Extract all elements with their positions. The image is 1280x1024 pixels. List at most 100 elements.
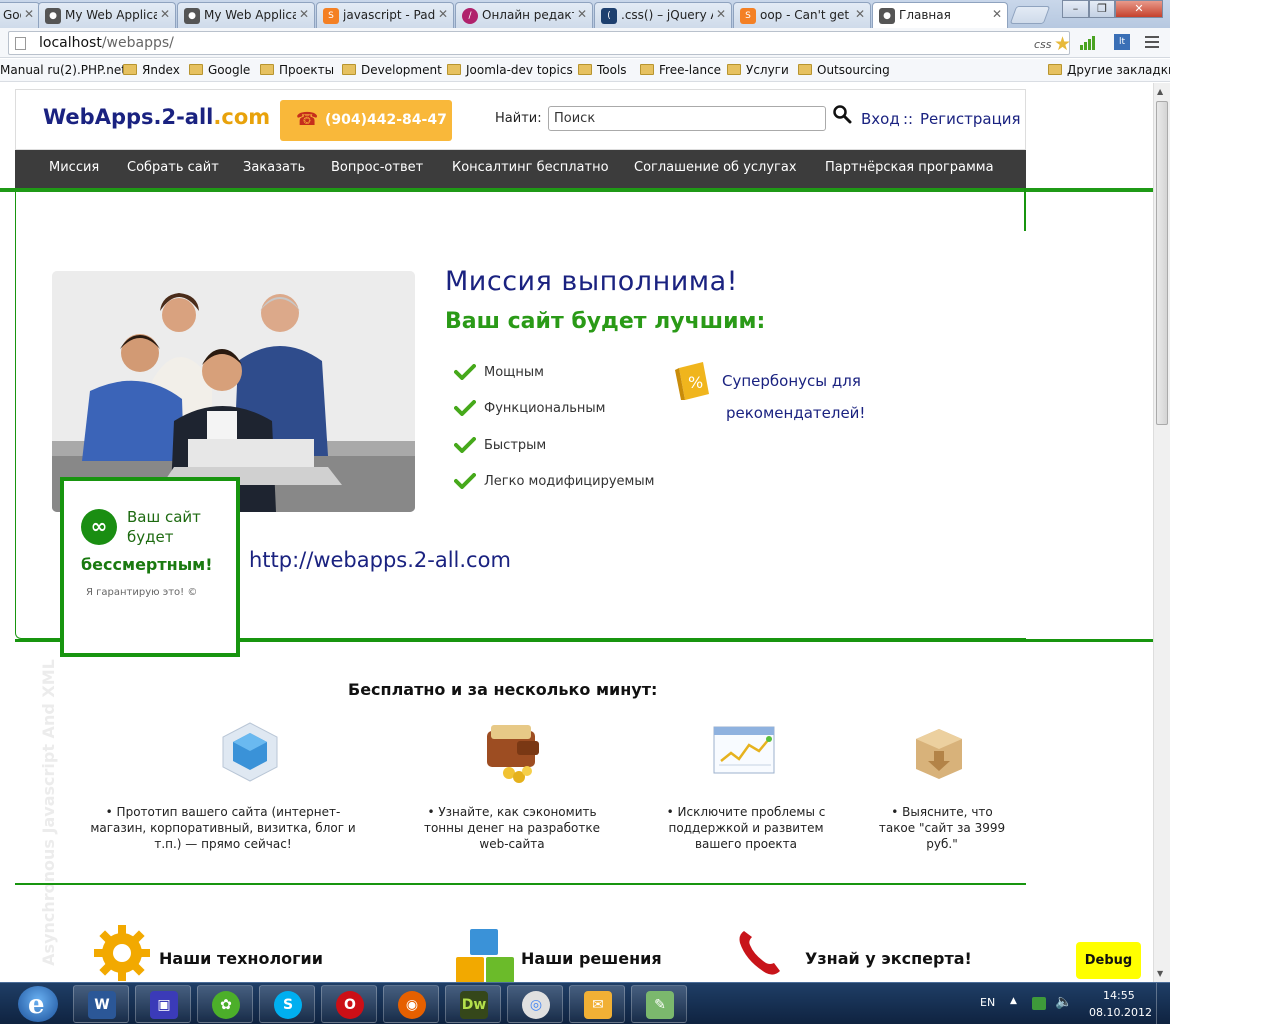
bookmark-folder[interactable]: Tools	[578, 63, 627, 77]
browser-menu-icon[interactable]	[1145, 36, 1159, 48]
css-extension-icon[interactable]: css	[1034, 38, 1052, 51]
bookmark-star-icon[interactable]: ★	[1054, 33, 1071, 55]
bookmark-folder[interactable]: Яndex	[123, 63, 180, 77]
folder-icon	[640, 64, 654, 75]
bookmark-folder[interactable]: Outsourcing	[798, 63, 890, 77]
folder-icon	[447, 64, 461, 75]
taskbar: e W ▣ ✿ S O ◉ Dw ◎ ✉ ✎ EN ▲ 🔈 14:55 08.1…	[0, 982, 1170, 1024]
nav-item-agreement[interactable]: Соглашение об услугах	[634, 160, 797, 175]
feature-item: Функциональным	[454, 400, 606, 416]
desktop-margin	[1170, 0, 1280, 1024]
register-link[interactable]: Регистрация	[920, 110, 1021, 128]
maximize-button[interactable]: ❐	[1089, 0, 1115, 18]
login-link[interactable]: Вход	[861, 110, 900, 128]
bookmark-item[interactable]: Manual ru(2).PHP.net	[0, 63, 126, 77]
side-watermark: Asynchronous Javascript And XML	[38, 659, 58, 966]
scroll-thumb[interactable]	[1156, 101, 1168, 425]
bookmark-folder[interactable]: Google	[189, 63, 250, 77]
tab-close-icon[interactable]: ✕	[24, 7, 34, 21]
nav-item-mission[interactable]: Миссия	[49, 160, 99, 175]
site-url-link[interactable]: http://webapps.2-all.com	[249, 548, 511, 572]
tray-expand-icon[interactable]: ▲	[1010, 996, 1017, 1006]
teaser-ask-expert[interactable]: Узнай у эксперта!	[805, 949, 972, 968]
scroll-down-arrow-icon[interactable]: ▼	[1157, 969, 1163, 978]
close-window-button[interactable]: ✕	[1115, 0, 1163, 18]
url-text[interactable]: localhost/webapps/	[39, 35, 174, 51]
free-section-heading: Бесплатно и за несколько минут:	[348, 680, 658, 699]
mission-subtitle: Ваш сайт будет лучшим:	[445, 309, 766, 334]
network-tray-icon[interactable]	[1032, 997, 1046, 1010]
browser-tab[interactable]: S oop - Can't get d ✕	[733, 2, 871, 28]
browser-tab-strip: Goo ✕ ● My Web Applicat ✕ ● My Web Appli…	[0, 0, 1170, 28]
opera-taskbar-icon[interactable]: O	[321, 985, 377, 1023]
hero-right-edge	[1024, 188, 1026, 231]
icq-taskbar-icon[interactable]: ✿	[197, 985, 253, 1023]
scroll-up-arrow-icon[interactable]: ▲	[1157, 87, 1163, 96]
clock-time[interactable]: 14:55	[1103, 989, 1135, 1002]
ie-taskbar-icon[interactable]: e	[18, 986, 58, 1022]
browser-tab-active[interactable]: ● Главная ✕	[872, 2, 1008, 28]
tab-close-icon[interactable]: ✕	[438, 7, 448, 21]
main-nav: Миссия Собрать сайт Заказать Вопрос-отве…	[15, 150, 1026, 188]
nav-item-order[interactable]: Заказать	[243, 160, 305, 175]
outlook-taskbar-icon[interactable]: ✉	[569, 985, 625, 1023]
dreamweaver-taskbar-icon[interactable]: Dw	[445, 985, 501, 1023]
browser-tab[interactable]: S javascript - Padd ✕	[316, 2, 454, 28]
bonus-link-line2[interactable]: рекомендателей!	[726, 404, 865, 422]
bookmark-folder[interactable]: Услуги	[727, 63, 789, 77]
bookmark-folder[interactable]: Development	[342, 63, 442, 77]
tab-close-icon[interactable]: ✕	[716, 7, 726, 21]
tab-close-icon[interactable]: ✕	[299, 7, 309, 21]
nav-item-build-site[interactable]: Собрать сайт	[127, 160, 219, 175]
site-header: WebApps.2-all.com ☎ (904)442-84-47 Найти…	[15, 89, 1026, 150]
browser-tab[interactable]: Goo ✕	[0, 2, 40, 28]
nav-item-faq[interactable]: Вопрос-ответ	[331, 160, 423, 175]
folder-icon	[260, 64, 274, 75]
page-scrollbar[interactable]: ▲ ▼	[1153, 83, 1170, 982]
tab-close-icon[interactable]: ✕	[577, 7, 587, 21]
bookmark-folder[interactable]: Проекты	[260, 63, 334, 77]
new-tab-button[interactable]	[1009, 6, 1051, 24]
check-icon	[454, 437, 476, 453]
site-logo[interactable]: WebApps.2-all.com	[43, 105, 270, 129]
search-input[interactable]	[548, 106, 826, 131]
nav-item-consulting[interactable]: Консалтинг бесплатно	[452, 160, 609, 175]
minimize-button[interactable]: –	[1062, 0, 1089, 18]
spy-icon: ●	[45, 8, 61, 24]
nav-item-partner[interactable]: Партнёрская программа	[825, 160, 994, 175]
browser-tab[interactable]: ● My Web Applicat ✕	[38, 2, 176, 28]
tab-close-icon[interactable]: ✕	[992, 7, 1002, 21]
chrome-taskbar-icon[interactable]: ◎	[507, 985, 563, 1023]
immortal-box: ∞ Ваш сайт будет бессмертным! Я гарантир…	[60, 477, 240, 657]
spy-icon: ●	[184, 8, 200, 24]
browser-tab[interactable]: ● My Web Applicat ✕	[177, 2, 315, 28]
address-bar[interactable]: localhost/webapps/ css ★	[8, 31, 1071, 55]
volume-icon[interactable]: 🔈	[1055, 994, 1072, 1010]
tray-language[interactable]: EN	[980, 996, 995, 1009]
signal-bars-icon[interactable]	[1080, 36, 1096, 50]
teaser-technologies[interactable]: Наши технологии	[159, 949, 323, 968]
bonus-link-line1[interactable]: Супербонусы для	[722, 372, 861, 390]
search-icon[interactable]	[832, 104, 852, 124]
browser-tab[interactable]: / Онлайн редакто ✕	[455, 2, 593, 28]
word-taskbar-icon[interactable]: W	[73, 985, 129, 1023]
clock-date[interactable]: 08.10.2012	[1089, 1006, 1152, 1019]
bookmark-folder[interactable]: Free-lance	[640, 63, 721, 77]
skype-taskbar-icon[interactable]: S	[259, 985, 315, 1023]
teaser-solutions[interactable]: Наши решения	[521, 949, 662, 968]
save-taskbar-icon[interactable]: ▣	[135, 985, 191, 1023]
debug-button[interactable]: Debug	[1076, 942, 1141, 979]
bookmark-folder[interactable]: Joomla-dev topics	[447, 63, 573, 77]
notepad-taskbar-icon[interactable]: ✎	[631, 985, 687, 1023]
tab-close-icon[interactable]: ✕	[160, 7, 170, 21]
phone-box[interactable]: ☎ (904)442-84-47	[280, 100, 452, 141]
folder-icon	[189, 64, 203, 75]
hero-photo	[52, 271, 415, 512]
browser-tab[interactable]: ( .css() – jQuery AP ✕	[594, 2, 732, 28]
check-icon	[454, 400, 476, 416]
tab-close-icon[interactable]: ✕	[855, 7, 865, 21]
firefox-taskbar-icon[interactable]: ◉	[383, 985, 439, 1023]
lt-extension-icon[interactable]: lt	[1114, 34, 1130, 50]
show-desktop-button[interactable]	[1156, 983, 1170, 1024]
bookmark-folder-other[interactable]: Другие закладки	[1048, 63, 1176, 77]
